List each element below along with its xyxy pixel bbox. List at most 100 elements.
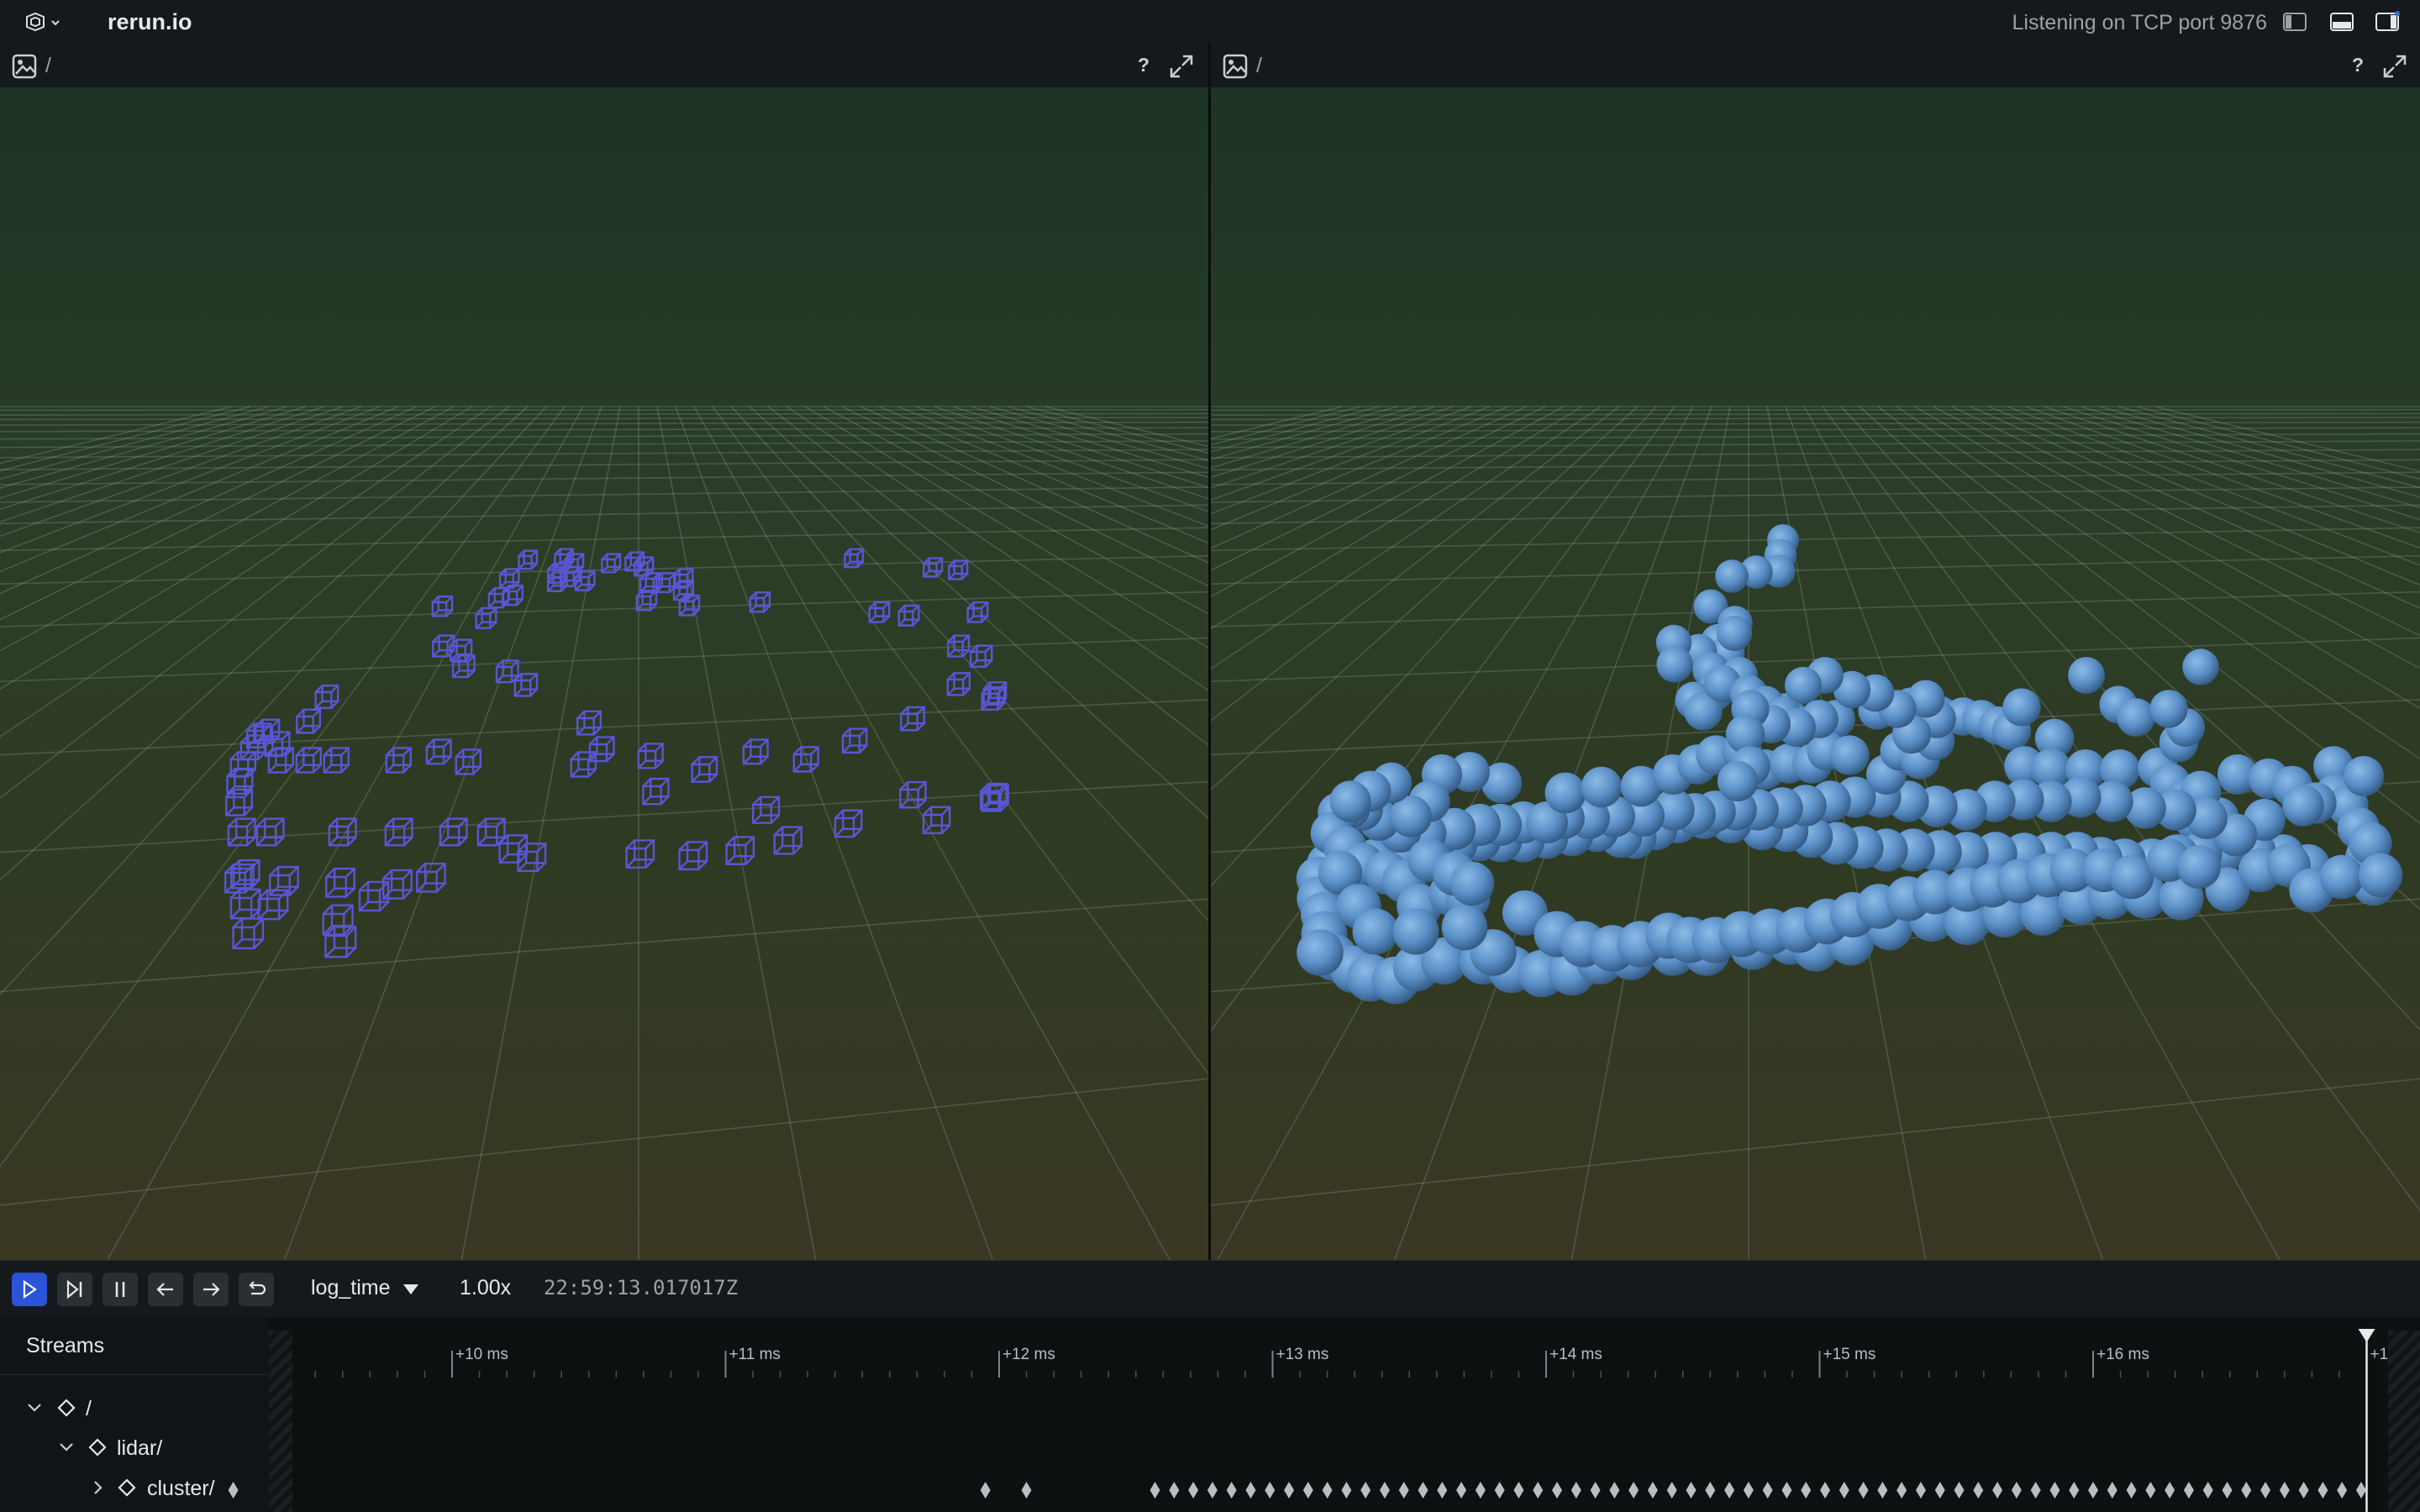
point-scene	[1211, 406, 2420, 1260]
event-marker[interactable]	[1169, 1482, 1180, 1499]
event-marker[interactable]	[1762, 1482, 1773, 1499]
event-marker[interactable]	[2183, 1482, 2194, 1499]
event-marker[interactable]	[1475, 1482, 1486, 1499]
event-marker[interactable]	[2030, 1482, 2041, 1499]
event-marker[interactable]	[2298, 1482, 2309, 1499]
time-ruler[interactable]: +10 ms +11 ms +12 ms +13 ms +14 ms +15 ms +16 …	[0, 1317, 2420, 1512]
event-marker[interactable]	[1021, 1482, 1032, 1499]
event-marker[interactable]	[2145, 1482, 2156, 1499]
event-marker[interactable]	[1302, 1482, 1313, 1499]
maximize-icon[interactable]	[2382, 54, 2407, 79]
event-marker[interactable]	[2088, 1482, 2098, 1499]
event-marker[interactable]	[1686, 1482, 1697, 1499]
timeline-selector[interactable]: log_time	[311, 1276, 391, 1300]
event-marker[interactable]	[1341, 1482, 1352, 1499]
timeline-panel: Streams / lidar/ cluster/ +10 ms +11 ms +1…	[0, 1317, 2420, 1512]
help-icon[interactable]: ?	[2352, 54, 2364, 76]
event-marker[interactable]	[2165, 1482, 2175, 1499]
spatial-viewport-boxes[interactable]	[0, 87, 1208, 1260]
event-marker[interactable]	[1839, 1482, 1849, 1499]
step-back-button[interactable]	[148, 1273, 183, 1306]
event-marker[interactable]	[1552, 1482, 1563, 1499]
event-marker[interactable]	[2049, 1482, 2060, 1499]
event-marker[interactable]	[2337, 1482, 2348, 1499]
box-wireframe	[678, 841, 708, 871]
event-marker[interactable]	[1513, 1482, 1524, 1499]
event-marker[interactable]	[1897, 1482, 1907, 1499]
playback-speed[interactable]: 1.00x	[460, 1276, 511, 1300]
step-forward-button[interactable]	[193, 1273, 229, 1306]
view-path[interactable]: /	[1256, 54, 1262, 78]
event-marker[interactable]	[1801, 1482, 1812, 1499]
event-marker[interactable]	[1666, 1482, 1677, 1499]
connection-status: Listening on TCP port 9876	[2012, 11, 2267, 34]
follow-button[interactable]	[57, 1273, 92, 1306]
event-marker[interactable]	[1418, 1482, 1428, 1499]
rerun-logo-icon[interactable]	[24, 12, 64, 34]
event-marker[interactable]	[1992, 1482, 2003, 1499]
event-marker[interactable]	[1322, 1482, 1333, 1499]
current-time[interactable]: 22:59:13.017017Z	[544, 1276, 738, 1299]
event-marker[interactable]	[2355, 1482, 2366, 1499]
event-marker[interactable]	[1226, 1482, 1237, 1499]
bottom-panel-toggle-icon[interactable]	[2329, 11, 2354, 33]
event-marker[interactable]	[2107, 1482, 2118, 1499]
event-marker[interactable]	[1858, 1482, 1869, 1499]
event-marker[interactable]	[1245, 1482, 1256, 1499]
spatial-viewport-points[interactable]	[1211, 87, 2420, 1260]
loop-button[interactable]	[239, 1273, 274, 1306]
event-marker[interactable]	[2011, 1482, 2022, 1499]
event-marker[interactable]	[1628, 1482, 1639, 1499]
event-marker[interactable]	[2202, 1482, 2213, 1499]
left-panel-toggle-icon[interactable]	[2282, 11, 2307, 33]
event-marker[interactable]	[1781, 1482, 1792, 1499]
event-marker[interactable]	[1590, 1482, 1601, 1499]
pause-button[interactable]	[103, 1273, 138, 1306]
event-marker[interactable]	[1877, 1482, 1888, 1499]
event-marker[interactable]	[1437, 1482, 1448, 1499]
event-marker[interactable]	[980, 1482, 991, 1499]
event-marker[interactable]	[1207, 1482, 1218, 1499]
event-marker[interactable]	[2279, 1482, 2290, 1499]
event-marker[interactable]	[1609, 1482, 1620, 1499]
event-marker[interactable]	[2317, 1482, 2328, 1499]
box-wireframe	[969, 644, 993, 668]
event-marker[interactable]	[1494, 1482, 1505, 1499]
event-marker[interactable]	[1284, 1482, 1295, 1499]
event-marker[interactable]	[228, 1482, 239, 1499]
point-sphere	[2358, 853, 2403, 898]
event-marker[interactable]	[1934, 1482, 1945, 1499]
event-marker[interactable]	[2260, 1482, 2271, 1499]
event-marker[interactable]	[2222, 1482, 2233, 1499]
event-marker[interactable]	[2241, 1482, 2252, 1499]
event-marker[interactable]	[1360, 1482, 1371, 1499]
event-marker[interactable]	[1379, 1482, 1390, 1499]
right-panel-toggle-icon[interactable]	[2375, 11, 2400, 33]
help-icon[interactable]: ?	[1138, 54, 1150, 76]
event-marker[interactable]	[1150, 1482, 1160, 1499]
event-marker[interactable]	[1705, 1482, 1716, 1499]
event-marker[interactable]	[1820, 1482, 1831, 1499]
play-button[interactable]	[12, 1273, 47, 1306]
event-marker[interactable]	[1265, 1482, 1276, 1499]
view-path[interactable]: /	[45, 54, 51, 78]
event-marker[interactable]	[1398, 1482, 1409, 1499]
event-marker[interactable]	[1743, 1482, 1754, 1499]
event-marker[interactable]	[1533, 1482, 1544, 1499]
event-marker[interactable]	[1915, 1482, 1926, 1499]
event-marker[interactable]	[1456, 1482, 1467, 1499]
spatial-view-icon[interactable]	[1223, 54, 1248, 79]
event-marker[interactable]	[1954, 1482, 1965, 1499]
event-marker[interactable]	[1188, 1482, 1199, 1499]
event-marker[interactable]	[1724, 1482, 1735, 1499]
event-marker[interactable]	[1570, 1482, 1581, 1499]
event-marker[interactable]	[1973, 1482, 1984, 1499]
maximize-icon[interactable]	[1169, 54, 1194, 79]
event-marker[interactable]	[2126, 1482, 2137, 1499]
spatial-view-icon[interactable]	[12, 54, 37, 79]
box-wireframe	[325, 867, 355, 898]
time-cursor-handle-icon[interactable]	[2358, 1329, 2375, 1342]
event-marker[interactable]	[1647, 1482, 1658, 1499]
event-marker[interactable]	[2069, 1482, 2080, 1499]
chevron-down-icon[interactable]	[403, 1284, 418, 1294]
